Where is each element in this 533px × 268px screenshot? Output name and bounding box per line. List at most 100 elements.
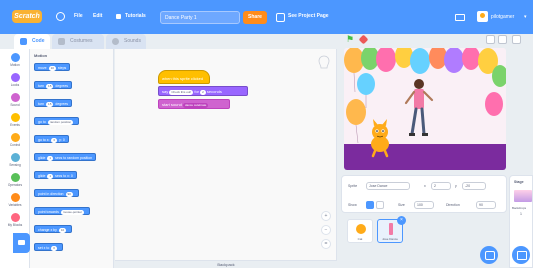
block-input[interactable]: random position (47, 120, 74, 125)
zoom-out-button[interactable]: − (321, 225, 331, 235)
show-label: Show (348, 203, 357, 207)
category-sensing[interactable]: Sensing (0, 153, 30, 167)
direction-label: Direction (446, 203, 460, 207)
block-input[interactable]: 10 (58, 228, 67, 233)
say-secs-input[interactable]: 2 (200, 90, 206, 95)
tutorials-button[interactable]: Tutorials (125, 13, 146, 19)
edit-menu[interactable]: Edit (93, 13, 102, 19)
category-control[interactable]: Control (0, 133, 30, 147)
block-input[interactable]: 15 (46, 84, 54, 89)
direction-input[interactable]: 90 (476, 201, 496, 209)
script-area[interactable] (115, 49, 337, 268)
tab-costumes-label: Costumes (70, 38, 93, 44)
stage-thumbnail[interactable] (514, 190, 532, 202)
backdrops-label: Backdrops (512, 206, 527, 210)
block-text: go to x: (38, 138, 50, 142)
block-input[interactable]: 0 (51, 246, 57, 251)
category-label: Operators (7, 183, 23, 187)
language-globe-icon[interactable] (56, 12, 65, 21)
tab-sounds-label: Sounds (124, 38, 141, 44)
block-text: set x to (38, 246, 50, 250)
category-label: Control (9, 143, 21, 147)
tab-costumes[interactable]: Costumes (52, 34, 104, 49)
category-dot-icon (10, 173, 20, 182)
sprite-thumbnail-cat[interactable]: Cat (347, 219, 373, 243)
block-input[interactable]: 90 (65, 192, 73, 197)
sound-select[interactable]: dance celebrate (182, 103, 209, 108)
green-flag-icon[interactable]: ⚑ (346, 35, 354, 44)
small-stage-icon[interactable] (486, 35, 495, 44)
palette-block[interactable]: turn 15 degrees (34, 99, 73, 107)
choose-backdrop-button[interactable] (512, 246, 530, 264)
zoom-in-button[interactable]: + (321, 211, 331, 221)
show-visible-icon[interactable] (366, 201, 374, 209)
tab-code[interactable]: Code (14, 34, 50, 49)
size-input[interactable]: 100 (414, 201, 434, 209)
delete-sprite-icon[interactable]: × (397, 216, 406, 225)
block-input[interactable]: 1 (47, 174, 54, 179)
cat-icon (356, 224, 366, 234)
avatar[interactable] (477, 11, 488, 22)
username[interactable]: pilotgamer (491, 14, 514, 20)
start-sound-block[interactable]: start sound dance celebrate (158, 99, 230, 109)
when-sprite-clicked-block[interactable]: when this sprite clicked (158, 70, 210, 84)
category-dot-icon (10, 73, 20, 82)
category-dot-icon (10, 53, 20, 62)
stop-icon[interactable] (358, 34, 369, 45)
sprite-thumbnail-label: Jose Dance (382, 237, 398, 241)
palette-block[interactable]: go to x: 0 y: 0 (34, 135, 69, 143)
scratch-logo[interactable]: Scratch (12, 10, 42, 23)
chevron-down-icon[interactable]: ▾ (524, 14, 527, 20)
party-backdrop (344, 48, 506, 170)
sprite-name-input[interactable]: Jose Dance (366, 182, 410, 190)
palette-block[interactable]: set x to 0 (34, 243, 63, 251)
category-my-blocks[interactable]: My Blocks (0, 213, 30, 227)
my-stuff-folder-icon[interactable] (455, 14, 465, 21)
category-looks[interactable]: Looks (0, 73, 30, 87)
project-title-input[interactable]: Dance Party 1 (160, 11, 240, 24)
y-position-label: y (455, 184, 457, 188)
say-label: say (162, 89, 169, 94)
block-input[interactable]: 0 (51, 138, 58, 143)
palette-block[interactable]: glide 1 secs to random position (34, 153, 97, 161)
palette-block[interactable]: glide 1 secs to x: 0 (34, 171, 77, 179)
category-operators[interactable]: Operators (0, 173, 30, 187)
x-position-input[interactable]: 2 (431, 182, 451, 190)
say-text-input[interactable]: Check this out! (169, 90, 194, 95)
category-sound[interactable]: Sound (0, 93, 30, 107)
tab-sounds[interactable]: Sounds (106, 34, 146, 49)
palette-block[interactable]: move 10 steps (34, 63, 71, 71)
category-events[interactable]: Events (0, 113, 30, 127)
block-suffix: degrees (55, 84, 69, 88)
zoom-reset-button[interactable]: = (321, 239, 331, 249)
palette-block[interactable]: point towards mouse-pointer (34, 207, 91, 215)
palette-block[interactable]: change x by 10 (34, 225, 73, 233)
sprite-name-label: Sprite (348, 184, 358, 188)
fullscreen-icon[interactable] (512, 35, 521, 44)
see-project-page-button[interactable]: See Project Page (288, 13, 329, 19)
file-menu[interactable]: File (74, 13, 83, 19)
category-variables[interactable]: Variables (0, 193, 30, 207)
stage-canvas[interactable] (344, 48, 506, 170)
palette-block[interactable]: point in direction 90 (34, 189, 79, 197)
palette-block[interactable]: turn 15 degrees (34, 81, 73, 89)
block-text: point towards (38, 210, 59, 214)
choose-sprite-button[interactable] (480, 246, 498, 264)
brush-icon (58, 38, 65, 45)
add-extension-button[interactable] (13, 233, 30, 253)
hide-visible-icon[interactable] (376, 201, 384, 209)
backpack[interactable]: Backpack (115, 260, 337, 268)
block-input[interactable]: mouse-pointer (60, 210, 85, 215)
category-motion[interactable]: Motion (0, 53, 30, 67)
y-position-input[interactable]: -20 (462, 182, 486, 190)
block-input[interactable]: 10 (48, 66, 56, 71)
palette-block[interactable]: go to random position (34, 117, 80, 125)
block-text: glide (38, 174, 46, 178)
share-button[interactable]: Share (243, 11, 267, 24)
block-input[interactable]: 15 (46, 102, 54, 107)
say-for-secs-block[interactable]: say Check this out! for 2 seconds (158, 86, 248, 96)
say-seconds-label: seconds (206, 89, 222, 94)
block-input[interactable]: 1 (47, 156, 54, 161)
normal-stage-icon[interactable] (498, 35, 507, 44)
sprite-thumbnail-jose-dance[interactable]: Jose Dance × (377, 216, 406, 243)
